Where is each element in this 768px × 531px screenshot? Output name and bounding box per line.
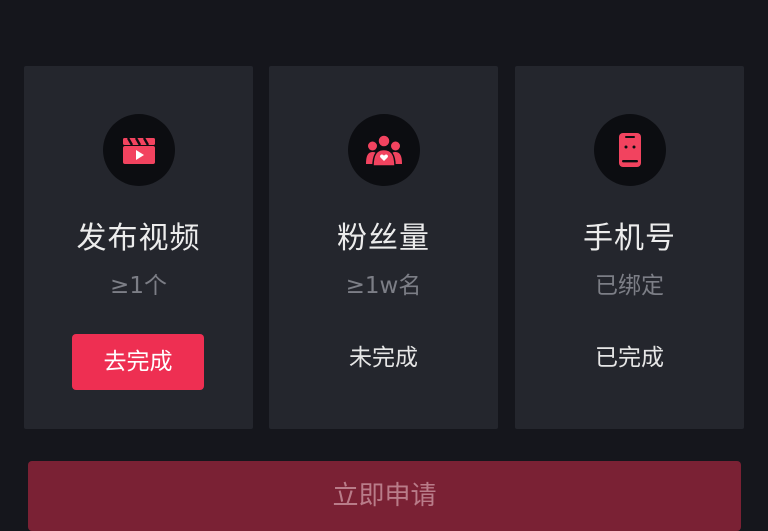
requirement-condition: 已绑定 [595, 273, 664, 299]
requirement-card-fans: 粉丝量 ≥1w名 未完成 [269, 66, 498, 429]
requirement-title: 手机号 [583, 221, 676, 256]
requirement-card-phone: 手机号 已绑定 已完成 [515, 66, 744, 429]
requirement-condition: ≥1个 [110, 273, 167, 299]
phone-icon [618, 133, 641, 167]
apply-now-button[interactable]: 立即申请 [28, 461, 741, 531]
icon-circle [102, 114, 175, 186]
requirement-condition: ≥1w名 [345, 273, 422, 299]
requirement-status: 已完成 [595, 345, 664, 371]
icon-circle [347, 114, 420, 186]
requirement-title: 粉丝量 [337, 221, 430, 256]
requirement-status: 未完成 [349, 345, 418, 371]
requirement-cards: 发布视频 ≥1个 去完成 粉丝量 ≥1w名 未完成 手机号 已绑定 已完成 [24, 66, 746, 429]
requirement-card-publish-video: 发布视频 ≥1个 去完成 [24, 66, 253, 429]
go-complete-button[interactable]: 去完成 [72, 334, 204, 390]
icon-circle [593, 114, 666, 186]
video-clapper-icon [122, 137, 155, 164]
fans-group-icon [365, 134, 402, 167]
requirement-title: 发布视频 [76, 221, 201, 256]
